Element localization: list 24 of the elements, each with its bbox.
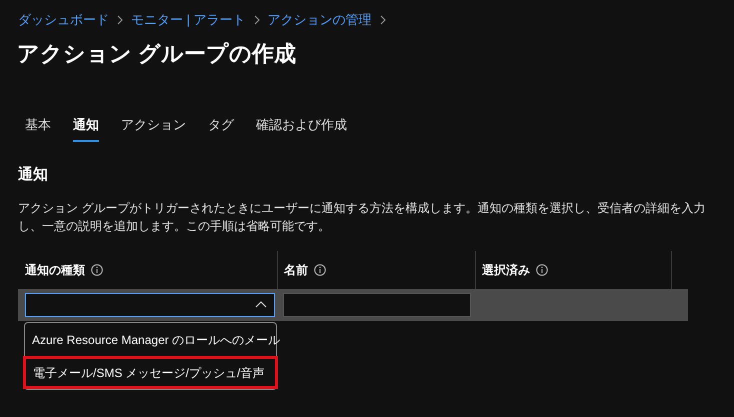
breadcrumb-link[interactable]: ダッシュボード xyxy=(18,10,109,30)
section-description: アクション グループがトリガーされたときにユーザーに通知する方法を構成します。通知の種類を選択し、受信者の詳細を入力し、一意の説明を追加します。この手順は省略可能です。 xyxy=(17,200,706,234)
page-title: アクション グループの作成 xyxy=(16,40,298,68)
column-header: 通知の種類 xyxy=(25,262,85,278)
tab[interactable]: アクション xyxy=(121,112,186,142)
chevron-right-icon xyxy=(254,14,260,25)
breadcrumb-link[interactable]: モニター | アラート xyxy=(131,10,246,30)
name-field[interactable] xyxy=(283,292,471,316)
chevron-right-icon xyxy=(380,14,386,25)
breadcrumb-link[interactable]: アクションの管理 xyxy=(268,10,372,30)
tab[interactable]: 基本 xyxy=(25,112,51,142)
info-icon[interactable] xyxy=(91,264,103,276)
chevron-right-icon xyxy=(117,14,123,25)
column-header: 選択済み xyxy=(482,262,530,278)
column-header: 名前 xyxy=(284,262,308,278)
info-icon[interactable] xyxy=(536,264,548,276)
type-dropdown[interactable] xyxy=(25,292,275,316)
tab[interactable]: 確認および作成 xyxy=(256,112,347,142)
tab[interactable]: タグ xyxy=(208,112,234,142)
caret-up-icon xyxy=(255,301,267,308)
section-heading: 通知 xyxy=(17,165,49,185)
dropdown-option[interactable]: 電子メール/SMS メッセージ/プッシュ/音声 xyxy=(23,356,278,389)
tab[interactable]: 通知 xyxy=(73,112,99,142)
info-icon[interactable] xyxy=(314,264,326,276)
